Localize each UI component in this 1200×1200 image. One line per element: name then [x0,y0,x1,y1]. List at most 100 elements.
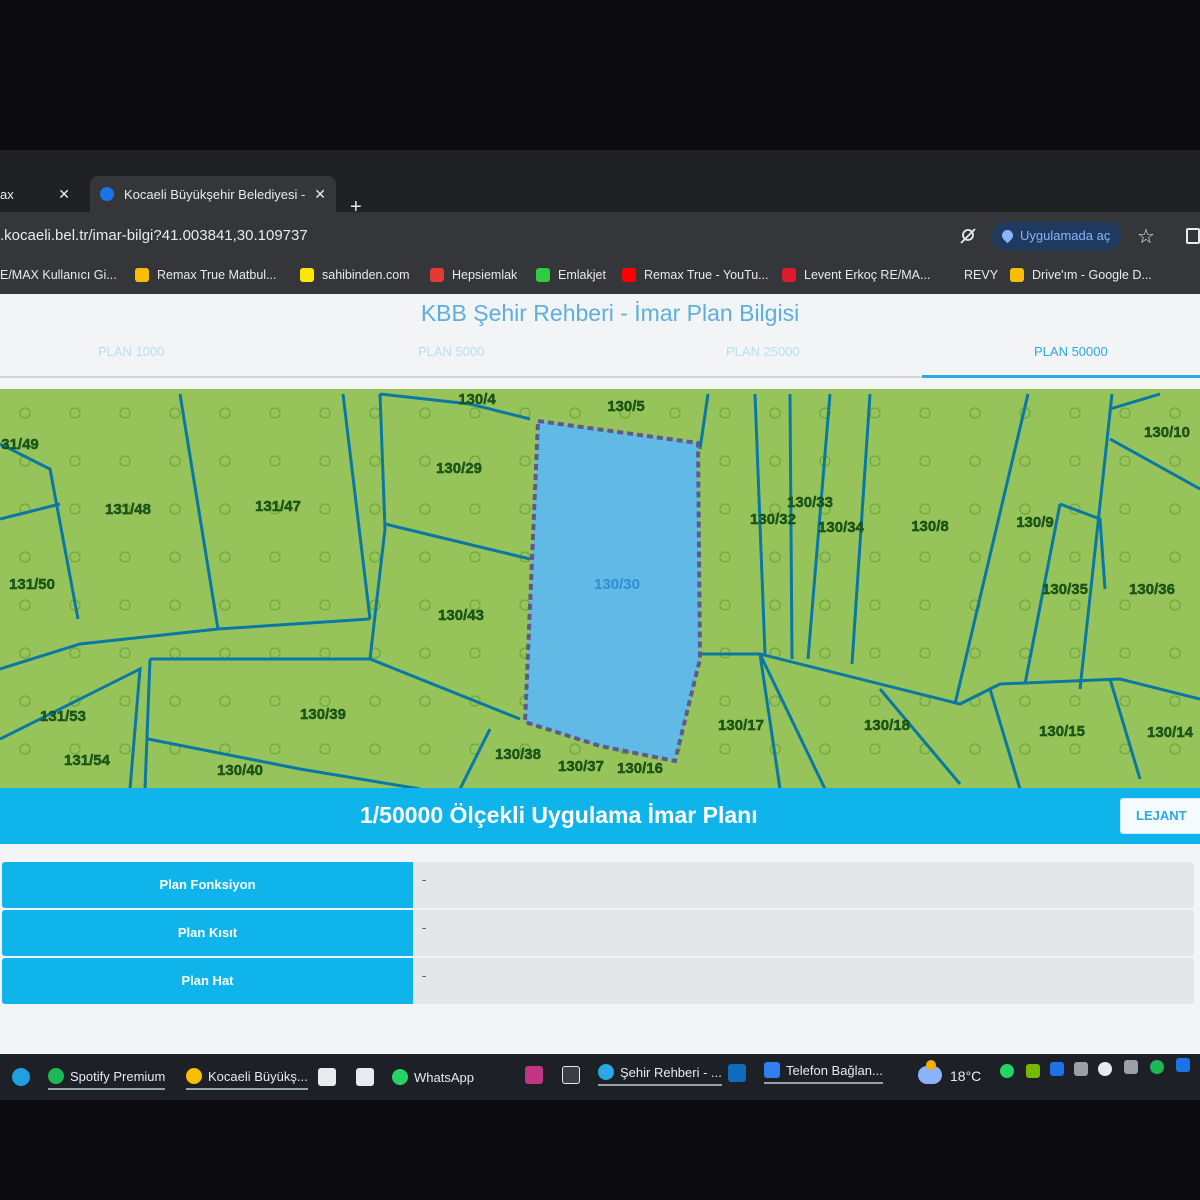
tracking-blocked-icon[interactable] [958,226,978,246]
spotify-tray-icon[interactable] [1150,1060,1164,1074]
google-drive-icon [1010,268,1024,282]
info-row-label: Plan Hat [2,958,413,1004]
parcel-label: 130/39 [300,706,346,723]
bookmark-label: Remax True Matbul... [157,268,277,282]
legend-button[interactable]: LEJANT [1120,798,1200,834]
emlakjet-icon [536,268,550,282]
edge-icon [598,1064,614,1080]
bookmark-label: Remax True - YouTu... [644,268,769,282]
parcel-label: 130/18 [864,717,910,734]
parcel-label: 130/35 [1042,581,1088,598]
parcel-label: 130/8 [911,518,949,535]
taskbar-item-chrome[interactable]: Kocaeli Büyükş... [186,1064,308,1090]
location-pin-icon [999,227,1016,244]
tab-active[interactable]: Kocaeli Büyükşehir Belediyesi - ✕ [90,176,336,212]
nvidia-icon[interactable] [1026,1064,1040,1078]
taskbar-item-phone-link[interactable]: Telefon Bağlan... [764,1058,883,1084]
instagram-icon[interactable] [525,1066,543,1084]
browser-toolbar: .kocaeli.bel.tr/imar-bilgi?41.003841,30.… [0,212,1200,260]
active-tab-indicator [922,375,1200,378]
whatsapp-tray-icon[interactable] [1000,1064,1014,1078]
taskbar-item-edge[interactable]: Şehir Rehberi - ... [598,1060,722,1086]
parcel-label: 130/15 [1039,723,1085,740]
parcel-label: 31/49 [1,436,39,453]
taskbar-label: Kocaeli Büyükş... [208,1068,308,1084]
kocaeli-favicon-icon [100,187,114,201]
taskbar-label: WhatsApp [414,1069,474,1085]
taskbar-item-spotify[interactable]: Spotify Premium [48,1064,166,1090]
parcel-label: 130/4 [458,391,496,408]
spotify-icon [48,1068,64,1084]
open-in-app-label: Uygulamada aç [1020,228,1111,243]
bookmark-label: Emlakjet [558,268,606,282]
skype-icon[interactable] [356,1068,374,1086]
selected-parcel-label: 130/30 [594,576,640,593]
bookmark-item[interactable]: Hepsiemlak [430,268,517,282]
temperature[interactable]: 18°C [950,1068,981,1084]
info-row-value: - [422,968,427,983]
network-icon[interactable] [1098,1062,1112,1076]
bookmark-item[interactable]: REVY [964,268,998,282]
tab-plan-50000[interactable]: PLAN 50000 [1034,344,1108,359]
info-row-value: - [422,872,427,887]
slack-icon[interactable] [318,1068,336,1086]
plan-tabs: PLAN 1000 PLAN 5000 PLAN 25000 PLAN 5000… [0,332,1200,378]
bookmark-item[interactable]: Remax True - YouTu... [622,268,769,282]
close-icon[interactable]: ✕ [314,186,326,203]
chrome-icon [186,1068,202,1084]
mute-icon[interactable] [1074,1062,1088,1076]
parcel-label: 130/40 [217,762,263,779]
bookmark-item[interactable]: Drive'ım - Google D... [1010,268,1152,282]
bookmark-item[interactable]: E/MAX Kullanıcı Gi... [0,268,117,282]
edge-browser-icon[interactable] [12,1068,30,1086]
tab-plan-5000[interactable]: PLAN 5000 [418,344,485,359]
parcel-label: 130/38 [495,746,541,763]
parcel-label: 130/9 [1016,514,1054,531]
close-window-icon[interactable] [562,1066,580,1084]
parcel-label: 130/16 [617,760,663,777]
open-in-app-button[interactable]: Uygulamada aç [992,222,1123,250]
bookmark-label: Levent Erkoç RE/MA... [804,268,931,282]
bookmark-item[interactable]: sahibinden.com [300,268,410,282]
taskbar-item-whatsapp[interactable]: WhatsApp [392,1064,474,1090]
bookmark-label: Drive'ım - Google D... [1032,268,1152,282]
side-panel-icon[interactable] [1186,228,1200,244]
tab-inactive[interactable]: ax ✕ [0,176,82,212]
battery-icon[interactable] [1124,1060,1138,1074]
bookmark-label: sahibinden.com [322,268,410,282]
bookmark-item[interactable]: Remax True Matbul... [135,268,277,282]
parcel-label: 130/5 [607,398,645,415]
weather-icon[interactable] [918,1060,942,1084]
parcel-label: 130/14 [1147,724,1194,741]
tab-strip: ax ✕ Kocaeli Büyükşehir Belediyesi - ✕ + [0,170,1200,218]
info-row-label: Plan Fonksiyon [2,862,413,908]
sahibinden-icon [300,268,314,282]
tab-plan-1000[interactable]: PLAN 1000 [98,344,165,359]
remax-icon [782,268,796,282]
phone-link-icon [764,1062,780,1078]
bookmark-item[interactable]: Levent Erkoç RE/MA... [782,268,930,282]
page-title: KBB Şehir Rehberi - İmar Plan Bilgisi [420,300,800,326]
parcel-label: 130/32 [750,511,796,528]
parcel-label: 130/43 [438,607,484,624]
bluetooth-icon[interactable] [1176,1058,1190,1072]
close-icon[interactable]: ✕ [58,186,70,203]
parcel-label: 130/33 [787,494,833,511]
bookmark-star-icon[interactable]: ☆ [1137,224,1155,249]
bookmark-label: REVY [964,268,999,282]
outlook-icon[interactable] [728,1064,746,1082]
bookmark-item[interactable]: Emlakjet [536,268,606,282]
app-tray-icon[interactable] [1050,1062,1064,1076]
tab-plan-25000[interactable]: PLAN 25000 [726,344,800,359]
parcel-label: 130/10 [1144,424,1190,441]
web-page: KBB Şehir Rehberi - İmar Plan Bilgisi PL… [0,294,1200,1054]
parcel-label: 131/47 [255,498,301,515]
address-bar[interactable]: .kocaeli.bel.tr/imar-bilgi?41.003841,30.… [0,222,308,250]
tab-label: Kocaeli Büyükşehir Belediyesi - [124,186,306,202]
taskbar: Spotify Premium Kocaeli Büyükş... WhatsA… [0,1054,1200,1100]
plan-scale-bar: 1/50000 Ölçekli Uygulama İmar Planı LEJA… [0,788,1200,844]
parcel-label: 130/34 [818,519,865,536]
parcel-map[interactable]: 31/49 131/48 131/47 131/50 131/53 131/54 130/3… [0,389,1200,789]
parcel-label: 130/29 [436,460,482,477]
info-row-plan-function: Plan Fonksiyon - [2,862,1194,908]
